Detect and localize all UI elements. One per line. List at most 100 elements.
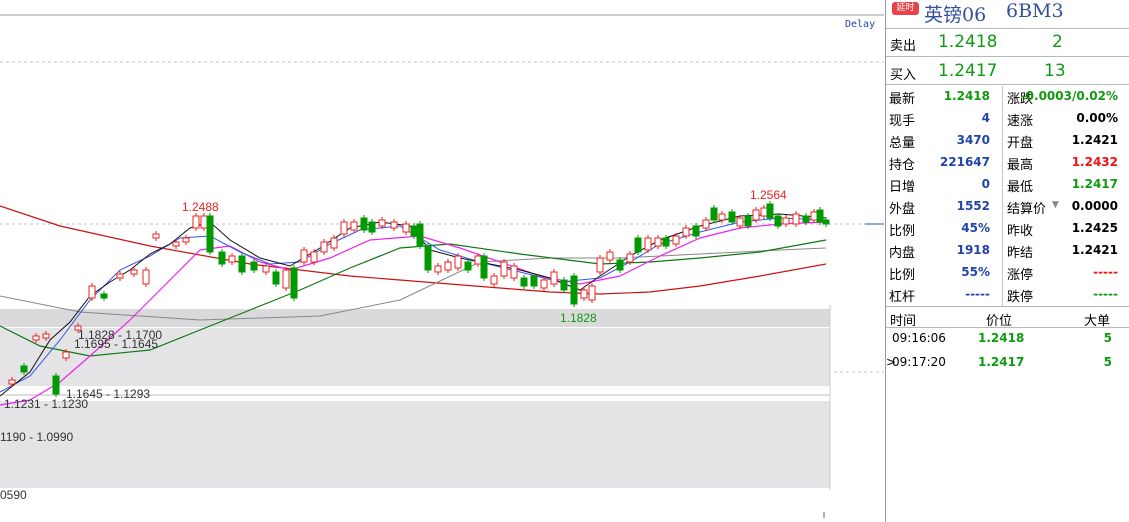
tick-price: 1.2417 xyxy=(978,355,1025,369)
divider xyxy=(886,28,1129,29)
stat-value: 4 xyxy=(981,111,990,125)
candle-body xyxy=(560,279,568,291)
candle-body xyxy=(710,207,718,221)
candle-body xyxy=(378,219,386,227)
stat-value: 221647 xyxy=(939,155,990,169)
stat-label: 速涨 xyxy=(1007,114,1034,129)
stat-value: 1918 xyxy=(956,243,990,257)
candle-body xyxy=(692,225,700,237)
candle-body xyxy=(810,211,818,221)
candle-body xyxy=(416,223,424,247)
stat-value: 3470 xyxy=(956,133,990,147)
candle-body xyxy=(116,273,124,279)
candle-body xyxy=(802,215,810,223)
candle-body xyxy=(272,271,280,285)
candle-body xyxy=(626,253,634,263)
stat-value: 1.2432 xyxy=(1071,155,1118,169)
candle-body xyxy=(728,211,736,223)
candle-body xyxy=(200,215,208,229)
divider xyxy=(886,84,1129,85)
candle-body xyxy=(570,275,578,305)
bid-volume: 13 xyxy=(1044,61,1066,81)
candle-body xyxy=(596,257,604,273)
candle-body xyxy=(300,249,308,263)
stat-value: 0.0000 xyxy=(1071,199,1118,213)
candle-body xyxy=(606,251,614,261)
tick-size: 5 xyxy=(1103,331,1112,345)
chevron-down-icon[interactable]: ▼ xyxy=(1052,200,1059,210)
candle-body xyxy=(682,227,690,237)
candle-body xyxy=(410,225,418,237)
candle-body xyxy=(822,219,830,225)
candle-body xyxy=(474,255,482,265)
candle-body xyxy=(718,213,726,221)
stat-label: 杠杆 xyxy=(889,290,916,305)
candle-body xyxy=(320,241,328,253)
instrument-name: 英镑06 xyxy=(924,4,987,26)
high-label: 1.2488 xyxy=(182,200,219,214)
divider xyxy=(886,327,1129,328)
ask-price[interactable]: 1.2418 xyxy=(938,32,997,52)
candle-body xyxy=(52,375,60,395)
kline-chart[interactable]: Delay 1.2488 1.2564 1.1828 1.1828 - 1.17… xyxy=(0,0,884,522)
stat-value: ----- xyxy=(965,287,990,301)
candle-body xyxy=(752,209,760,221)
candle-body xyxy=(540,279,548,289)
candle-body xyxy=(262,265,270,273)
low-label: 1.1828 xyxy=(560,311,597,325)
candle-body xyxy=(130,269,138,275)
candle-body xyxy=(182,237,190,243)
candle-body xyxy=(290,267,298,299)
stat-label: 开盘 xyxy=(1007,136,1034,151)
stat-value: 1.2421 xyxy=(1071,243,1118,257)
stat-value: 45% xyxy=(961,221,990,235)
price-zone xyxy=(0,401,830,488)
stat-label: 持仓 xyxy=(889,158,916,173)
stat-value: 55% xyxy=(961,265,990,279)
stat-value: 1.2418 xyxy=(943,89,990,103)
candle-body xyxy=(736,217,744,227)
candle-body xyxy=(644,237,652,251)
tick-time: 09:17:20 xyxy=(892,355,946,369)
tick-row[interactable]: 09:16:06 1.2418 5 xyxy=(886,331,1129,351)
column-separator xyxy=(1002,86,1003,306)
candle-body xyxy=(782,217,790,225)
candle-body xyxy=(464,261,472,271)
candle-body xyxy=(390,221,398,229)
zone-label: 1190 - 1.0990 xyxy=(0,430,73,444)
candle-body xyxy=(672,235,680,245)
candle-body xyxy=(402,223,410,233)
zone-label: 0590 xyxy=(0,488,27,502)
tick-row[interactable]: >09:17:20 1.2417 5 xyxy=(886,355,1129,375)
candle-body xyxy=(654,237,662,247)
candle-body xyxy=(530,275,538,287)
candle-body xyxy=(766,203,774,219)
tick-price: 1.2418 xyxy=(978,331,1025,345)
ask-volume: 2 xyxy=(1052,32,1063,52)
candle-body xyxy=(816,209,824,223)
candle-body xyxy=(510,265,518,279)
divider xyxy=(886,306,1129,307)
candle-body xyxy=(634,237,642,253)
bid-label: 买入 xyxy=(890,68,917,83)
candle-body xyxy=(662,237,670,247)
candle-body xyxy=(282,269,290,289)
kline-chart-canvas[interactable]: Delay 1.2488 1.2564 1.1828 1.1828 - 1.17… xyxy=(0,0,884,522)
candle-body xyxy=(350,221,358,231)
bid-price[interactable]: 1.2417 xyxy=(938,61,997,81)
candle-body xyxy=(218,251,226,265)
instrument-code: 6BM3 xyxy=(1006,0,1064,22)
stat-label: 日增 xyxy=(889,180,916,195)
candle-body xyxy=(20,365,28,373)
candle-body xyxy=(760,207,768,217)
stat-label: 内盘 xyxy=(889,246,916,261)
candle-body xyxy=(490,275,498,285)
moving-average-line xyxy=(0,205,827,295)
candle-body xyxy=(8,379,16,385)
divider xyxy=(886,56,1129,57)
stat-label: 最新 xyxy=(889,92,916,107)
delay-badge: 延时 xyxy=(892,2,919,15)
candle-body xyxy=(792,213,800,225)
tick-time: 09:16:06 xyxy=(892,331,946,345)
candle-body xyxy=(228,255,236,263)
